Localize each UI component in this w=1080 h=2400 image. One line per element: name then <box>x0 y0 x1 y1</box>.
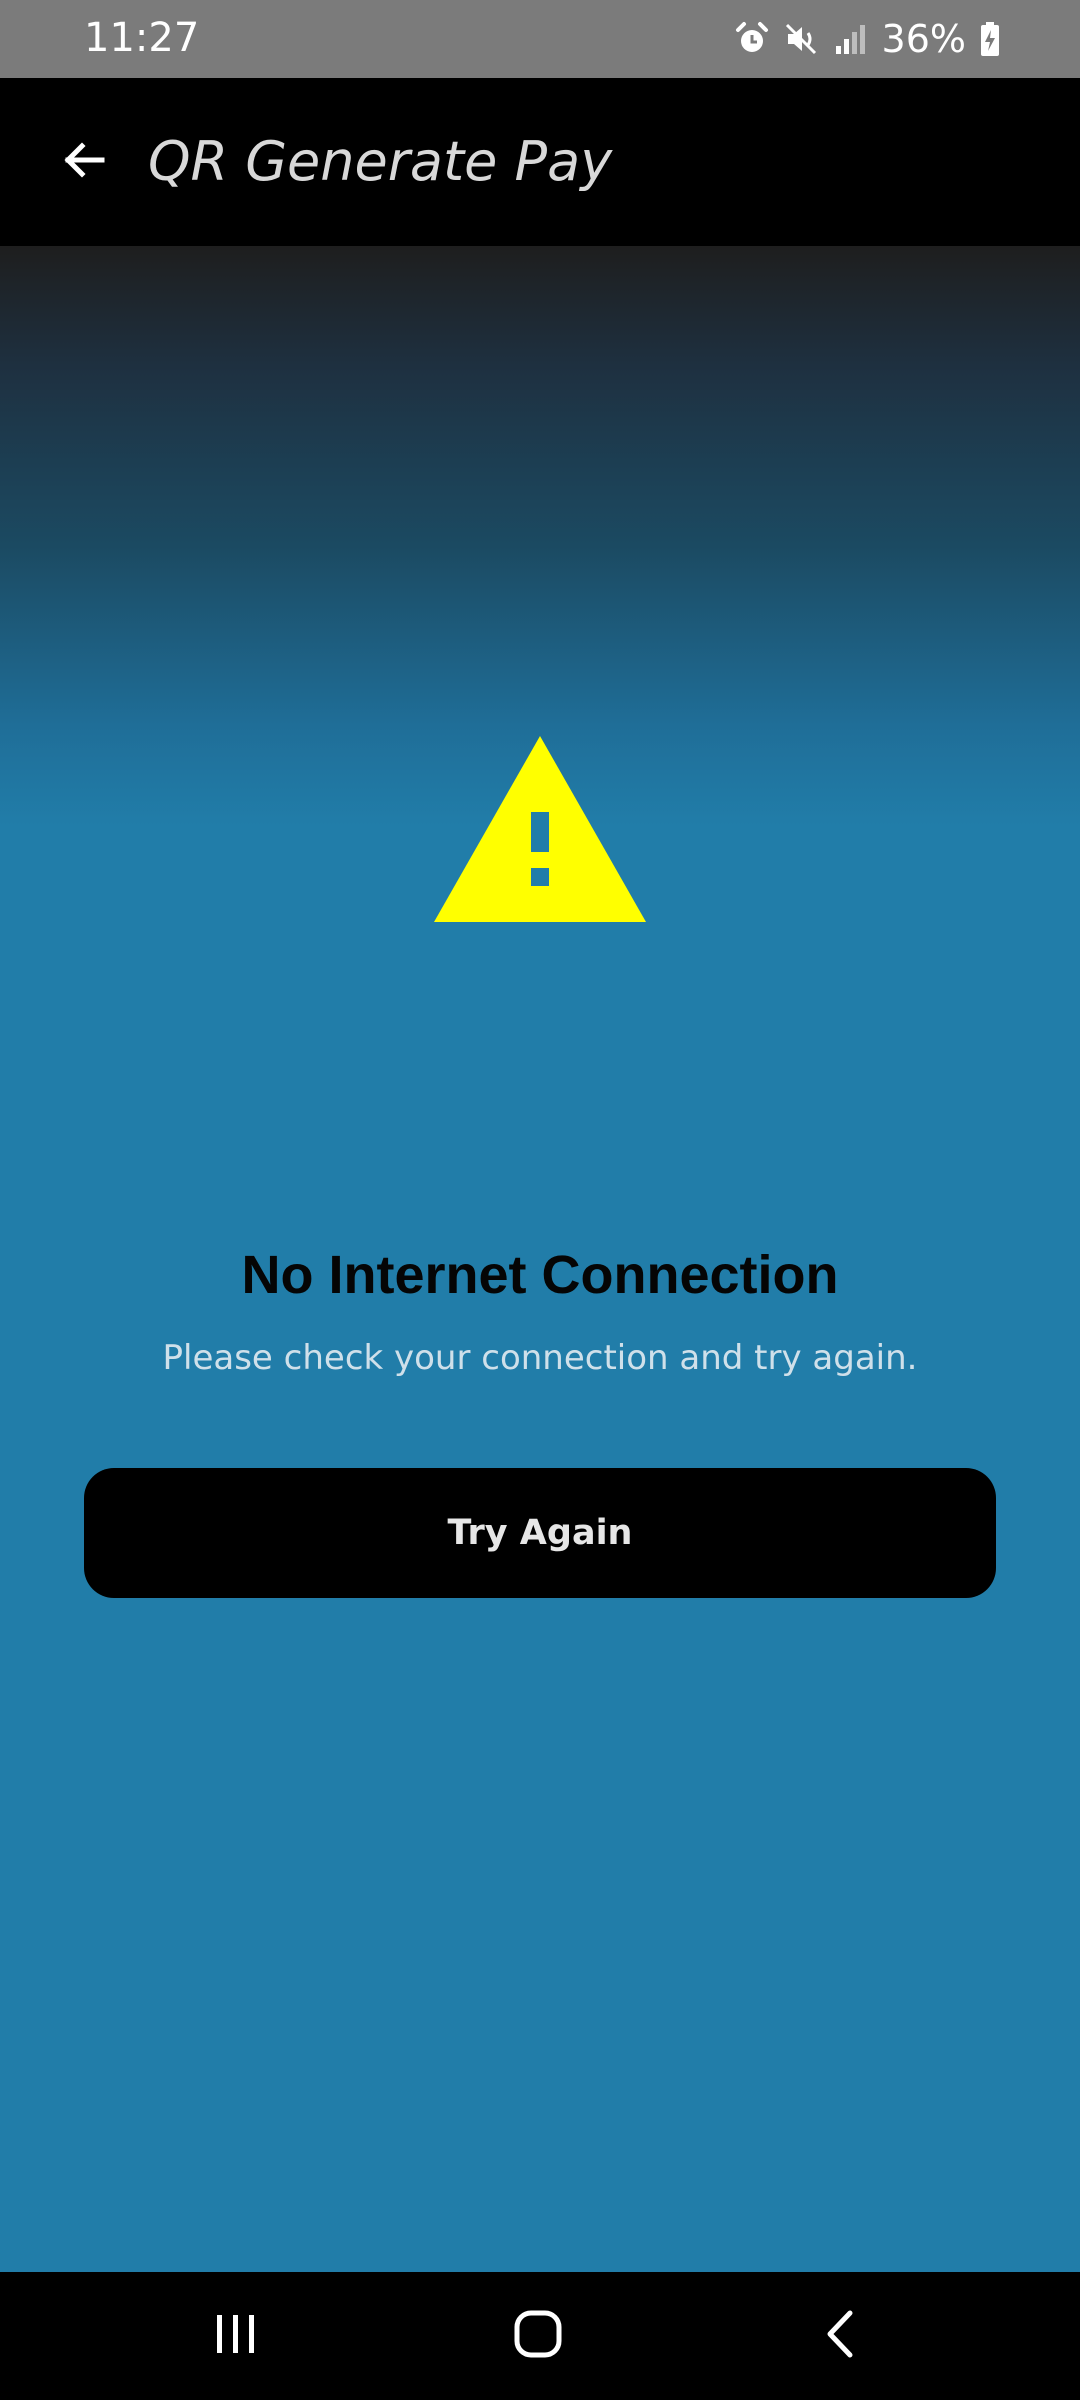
system-back-button[interactable] <box>780 2296 900 2376</box>
mute-icon <box>784 21 820 57</box>
try-again-button[interactable]: Try Again <box>84 1468 996 1598</box>
back-button[interactable] <box>40 118 128 206</box>
alarm-icon <box>734 21 770 57</box>
back-icon <box>822 2309 858 2363</box>
app-bar: QR Generate Pay <box>0 78 1080 246</box>
status-bar: 11:27 36% <box>0 0 1080 78</box>
status-icons: 36% <box>734 14 1000 64</box>
warning-triangle-icon <box>434 736 646 922</box>
app-title: QR Generate Pay <box>148 130 613 193</box>
navigation-bar <box>0 2272 1080 2400</box>
recents-button[interactable] <box>176 2296 296 2376</box>
status-time: 11:27 <box>84 15 200 61</box>
error-message: Please check your connection and try aga… <box>162 1338 918 1378</box>
battery-charging-icon <box>980 21 1000 57</box>
arrow-left-icon <box>60 136 108 188</box>
battery-percent: 36% <box>881 17 966 61</box>
home-icon <box>513 2309 563 2363</box>
error-title: No Internet Connection <box>241 1245 839 1305</box>
screen: 11:27 36% QR Generate Pay No Internet Co… <box>0 0 1080 2400</box>
signal-icon <box>834 22 868 56</box>
recents-icon <box>213 2311 259 2361</box>
try-again-label: Try Again <box>447 1513 633 1553</box>
home-button[interactable] <box>478 2296 598 2376</box>
